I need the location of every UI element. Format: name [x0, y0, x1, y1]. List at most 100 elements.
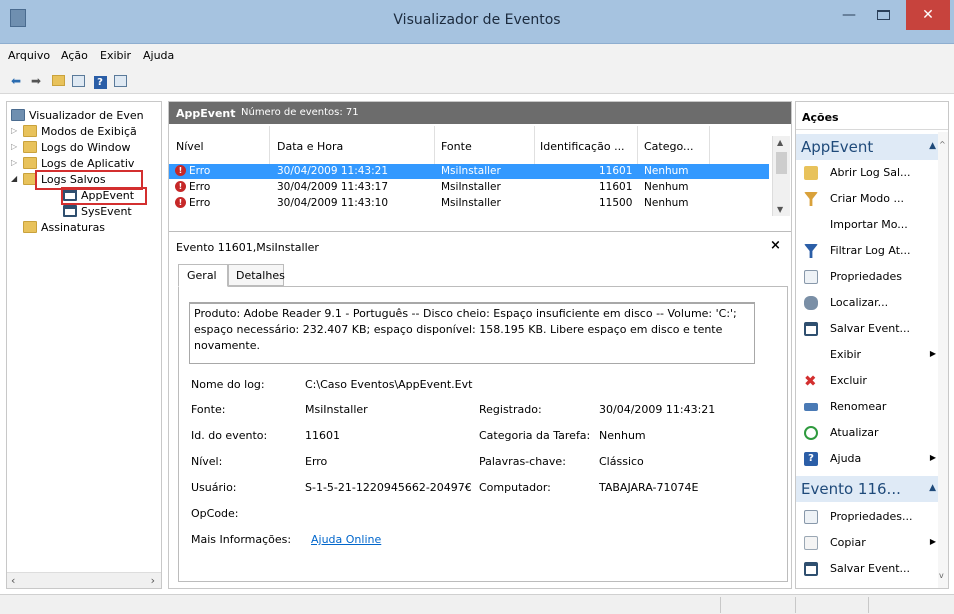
error-icon: !: [175, 197, 186, 208]
menu-arquivo[interactable]: Arquivo: [8, 49, 50, 62]
column-divider: [269, 126, 270, 166]
filter-icon: [804, 192, 818, 206]
expand-arrow-icon[interactable]: ▷: [11, 142, 17, 151]
tab-geral[interactable]: Geral: [178, 264, 228, 287]
event-count: Número de eventos: 71: [241, 107, 359, 118]
scroll-up-icon[interactable]: ^: [939, 140, 946, 149]
tree-item-label: Assinaturas: [41, 221, 106, 234]
maximize-button[interactable]: [868, 0, 898, 30]
collapse-arrow-icon[interactable]: ◢: [11, 174, 17, 183]
vertical-scrollbar[interactable]: ▲ ▼: [772, 136, 790, 216]
action-view[interactable]: Exibir ▶: [796, 344, 942, 366]
action-save-selected-event[interactable]: Salvar Event...: [796, 558, 942, 580]
minimize-button[interactable]: —: [834, 0, 864, 30]
level-value: Erro: [305, 455, 328, 468]
action-copy[interactable]: Copiar ▶: [796, 532, 942, 554]
tree-item-logs-windows[interactable]: ▷ Logs do Window: [7, 140, 161, 156]
scroll-right-icon[interactable]: ›: [151, 574, 155, 587]
menu-exibir[interactable]: Exibir: [100, 49, 131, 62]
section-appevent[interactable]: AppEvent ▲: [796, 134, 942, 160]
error-icon: !: [175, 165, 186, 176]
console-tree-icon[interactable]: [70, 73, 86, 89]
submenu-arrow-icon: ▶: [929, 349, 936, 358]
cell-level: Erro: [189, 165, 211, 177]
table-row-selected[interactable]: ! Erro 30/04/2009 11:43:21 MsiInstaller …: [169, 164, 769, 179]
action-import-view[interactable]: Importar Mo...: [796, 214, 942, 236]
log-icon: [63, 205, 77, 217]
collapse-icon[interactable]: ▲: [929, 483, 936, 493]
save-icon: [804, 322, 818, 336]
up-folder-icon[interactable]: [50, 73, 66, 89]
action-delete[interactable]: ✖ Excluir: [796, 370, 942, 392]
tab-detalhes[interactable]: Detalhes: [228, 264, 285, 286]
action-save-events[interactable]: Salvar Event...: [796, 318, 942, 340]
open-folder-icon: [804, 166, 818, 180]
cell-level: Erro: [189, 181, 211, 193]
action-open-saved-log[interactable]: Abrir Log Sal...: [796, 162, 942, 184]
action-label: Abrir Log Sal...: [830, 166, 911, 179]
keywords-label: Palavras-chave:: [479, 455, 566, 468]
grid-header: Nível Data e Hora Fonte Identificação ..…: [169, 136, 779, 156]
help-icon[interactable]: ?: [92, 73, 108, 89]
action-refresh[interactable]: Atualizar: [796, 422, 942, 444]
table-row[interactable]: ! Erro 30/04/2009 11:43:17 MsiInstaller …: [169, 180, 769, 195]
table-row[interactable]: ! Erro 30/04/2009 11:43:10 MsiInstaller …: [169, 196, 769, 211]
status-divider: [868, 597, 869, 613]
cell-source: MsiInstaller: [441, 197, 501, 209]
action-help[interactable]: ? Ajuda ▶: [796, 448, 942, 470]
column-nivel[interactable]: Nível: [176, 140, 204, 153]
action-find[interactable]: Localizar...: [796, 292, 942, 314]
section-event[interactable]: Evento 116... ▲: [796, 476, 942, 502]
column-data-hora[interactable]: Data e Hora: [277, 140, 343, 153]
status-divider: [720, 597, 721, 613]
action-label: Atualizar: [830, 426, 879, 439]
highlight-appevent: [61, 187, 147, 205]
status-bar: [0, 594, 954, 614]
cell-id: 11500: [599, 197, 633, 209]
column-categoria[interactable]: Catego...: [644, 140, 694, 153]
task-category-value: Nenhum: [599, 429, 646, 442]
collapse-icon[interactable]: ▲: [929, 141, 936, 151]
action-properties[interactable]: Propriedades: [796, 266, 942, 288]
action-event-properties[interactable]: Propriedades...: [796, 506, 942, 528]
column-identificacao[interactable]: Identificação ...: [540, 140, 625, 153]
pane-splitter[interactable]: [169, 231, 791, 232]
expand-arrow-icon[interactable]: ▷: [11, 126, 17, 135]
tree-root[interactable]: Visualizador de Even: [7, 108, 161, 124]
horizontal-scrollbar[interactable]: ‹ ›: [7, 572, 161, 588]
event-id-value: 11601: [305, 429, 340, 442]
close-detail-icon[interactable]: ×: [770, 238, 781, 253]
title-bar: Visualizador de Eventos — ✕: [0, 0, 954, 44]
online-help-link[interactable]: Ajuda Online: [311, 533, 381, 546]
scroll-up-icon[interactable]: ▲: [777, 138, 783, 147]
scroll-left-icon[interactable]: ‹: [11, 574, 15, 587]
cell-category: Nenhum: [644, 181, 689, 193]
menu-ajuda[interactable]: Ajuda: [143, 49, 174, 62]
tree-item-assinaturas[interactable]: Assinaturas: [7, 220, 161, 236]
cell-source: MsiInstaller: [441, 181, 501, 193]
back-icon[interactable]: ⬅: [8, 73, 24, 89]
scroll-down-icon[interactable]: ▼: [777, 205, 783, 214]
tab-label: Geral: [187, 269, 217, 282]
maximize-icon: [876, 10, 890, 20]
tree-item-sysevent[interactable]: SysEvent: [7, 204, 161, 220]
action-create-view[interactable]: Criar Modo ...: [796, 188, 942, 210]
tree-item-modos[interactable]: ▷ Modos de Exibiçã: [7, 124, 161, 140]
actions-title: Ações: [802, 111, 839, 124]
actions-title-bar: Ações: [796, 102, 948, 130]
scroll-thumb[interactable]: [776, 152, 787, 174]
user-value: S-1-5-21-1220945662-20497€: [305, 481, 472, 494]
forward-icon[interactable]: ➡: [28, 73, 44, 89]
column-fonte[interactable]: Fonte: [441, 140, 472, 153]
expand-arrow-icon[interactable]: ▷: [11, 158, 17, 167]
event-description[interactable]: Produto: Adobe Reader 9.1 - Português --…: [189, 302, 755, 364]
action-pane-icon[interactable]: [112, 73, 128, 89]
cell-date: 30/04/2009 11:43:17: [277, 181, 389, 193]
menu-acao[interactable]: Ação: [61, 49, 88, 62]
action-filter-log[interactable]: Filtrar Log At...: [796, 240, 942, 262]
scroll-down-icon[interactable]: v: [939, 571, 944, 580]
action-rename[interactable]: Renomear: [796, 396, 942, 418]
actions-scrollbar[interactable]: ^ v: [938, 132, 948, 588]
cell-source: MsiInstaller: [441, 165, 501, 177]
close-button[interactable]: ✕: [906, 0, 950, 30]
